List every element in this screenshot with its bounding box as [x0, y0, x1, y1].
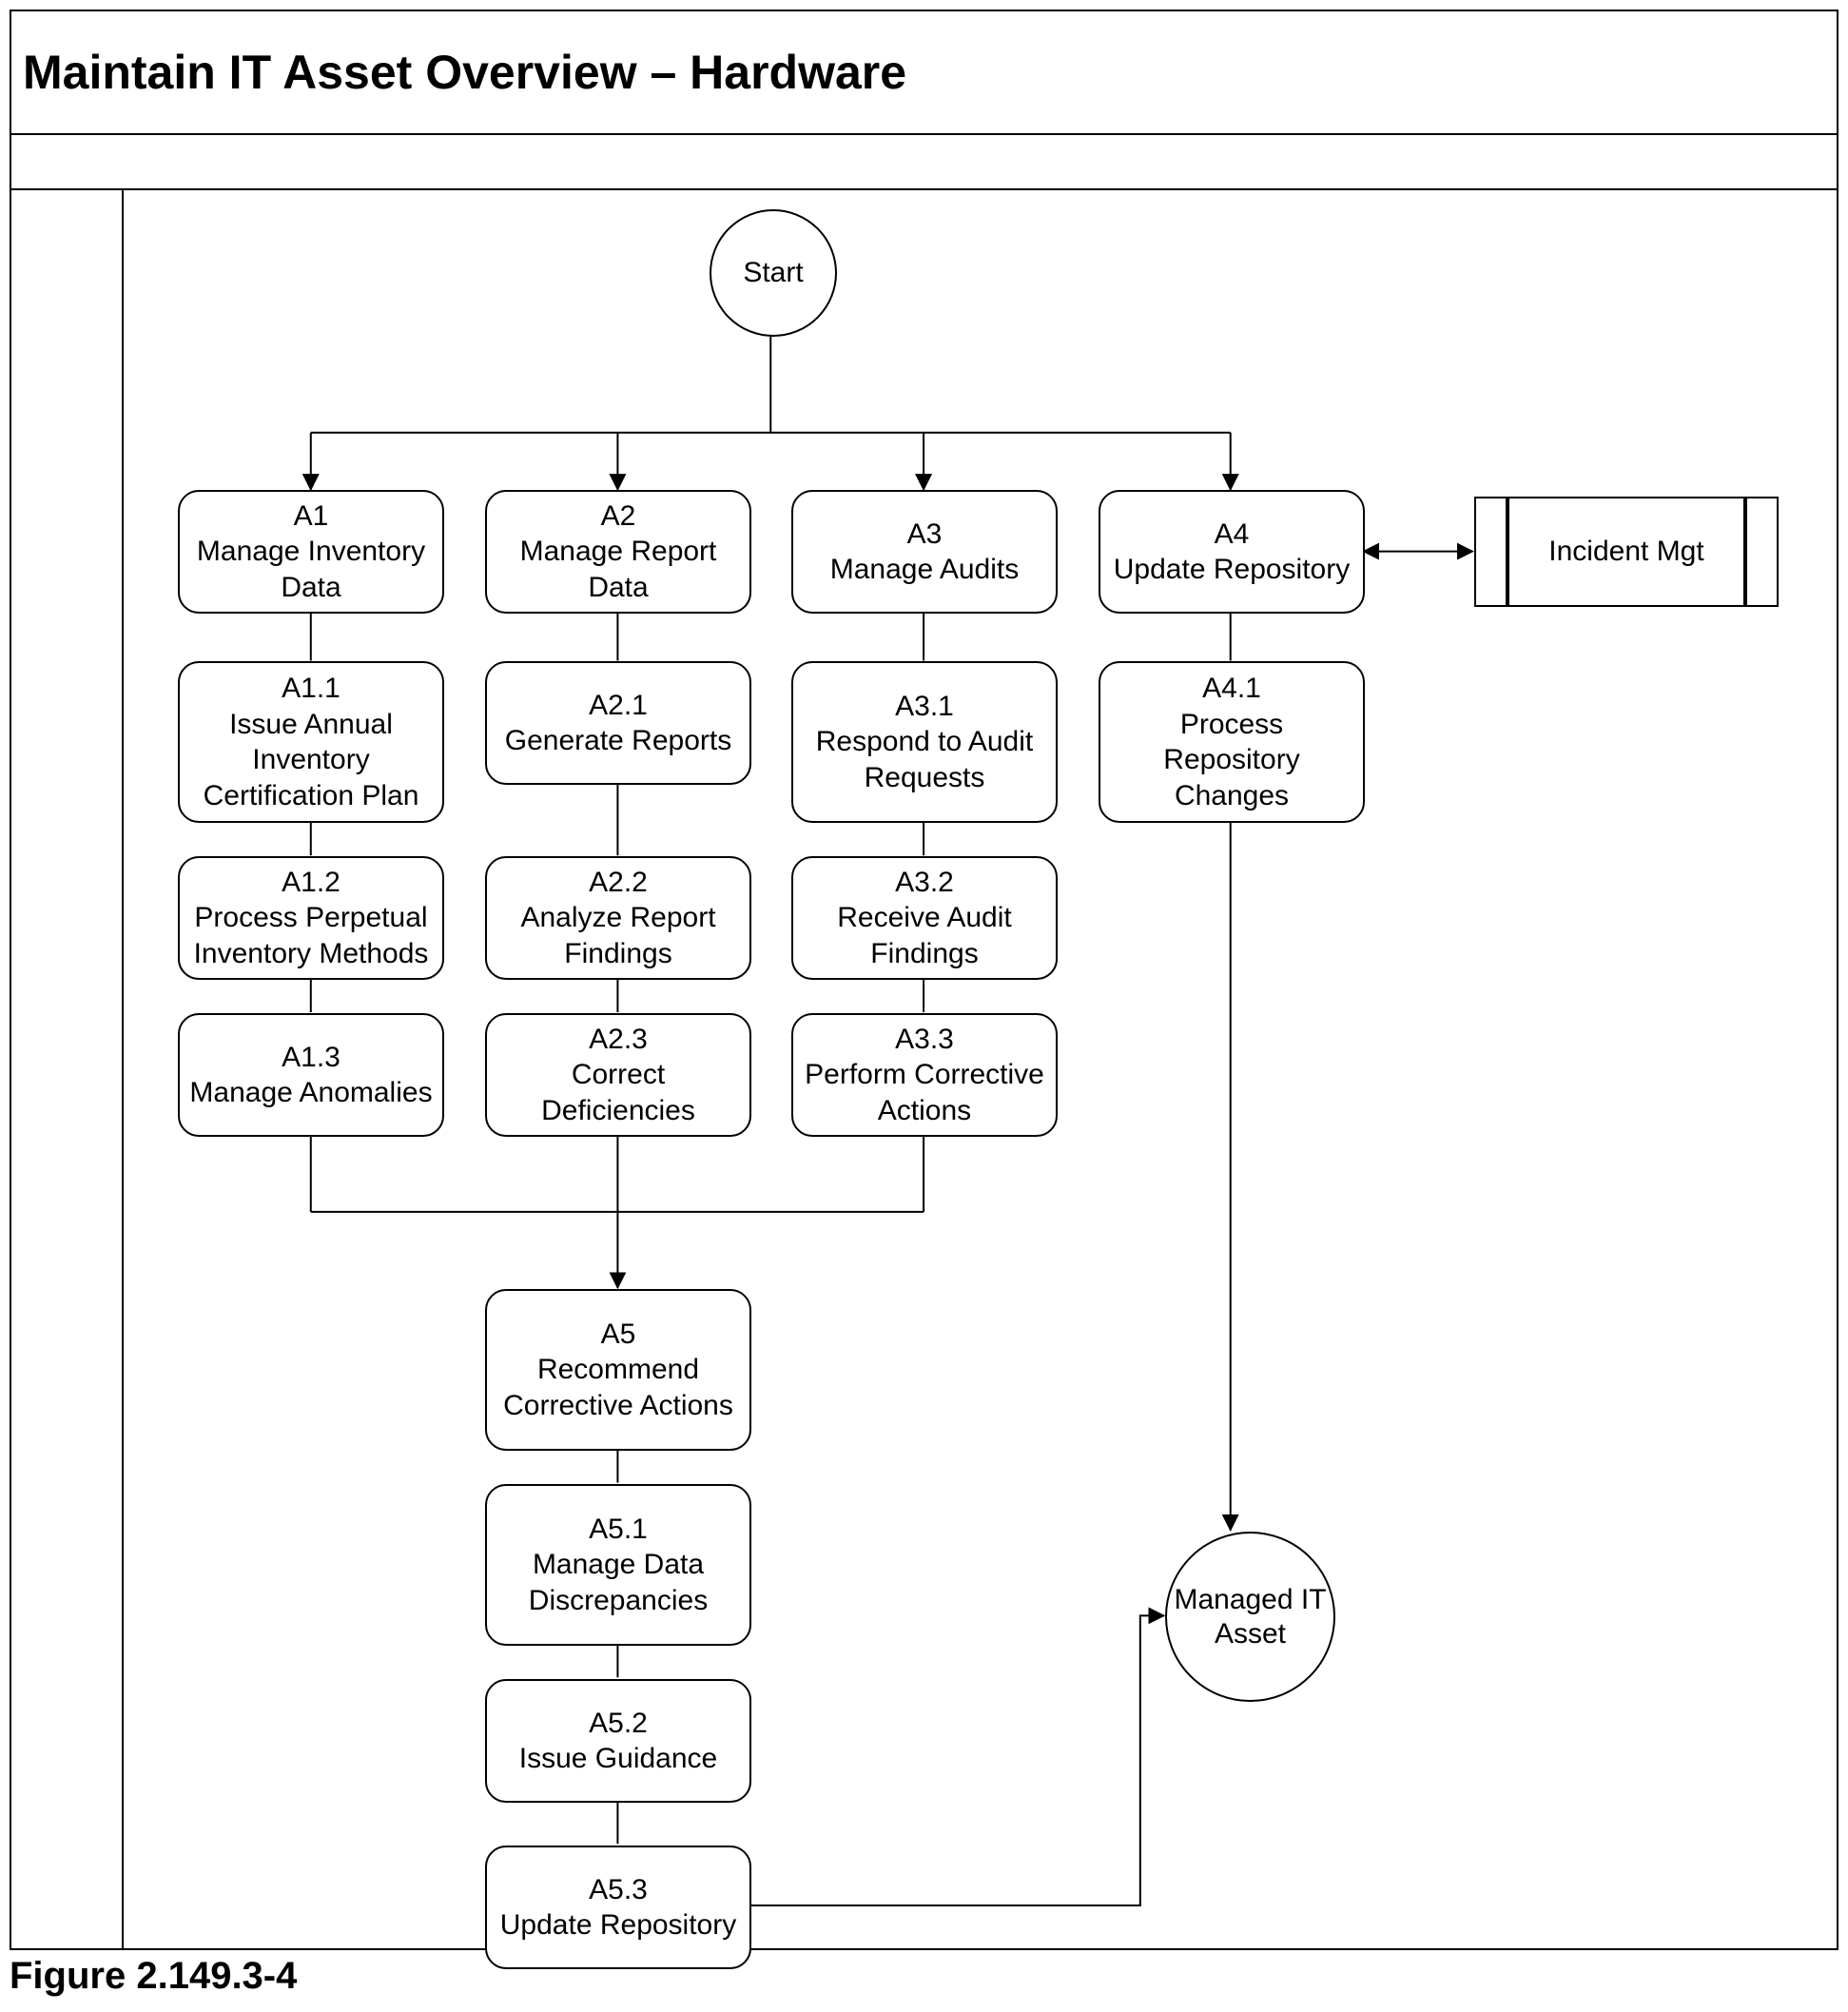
node-a1-2-id: A1.2	[282, 865, 340, 901]
title-bar: Maintain IT Asset Overview – Hardware	[11, 11, 1837, 135]
node-a3-2: A3.2 Receive Audit Findings	[791, 856, 1058, 980]
node-a1-1-id: A1.1	[282, 671, 340, 707]
node-a2-id: A2	[601, 498, 636, 535]
incident-left-bar	[1474, 497, 1508, 607]
node-a2: A2 Manage Report Data	[485, 490, 751, 614]
incident-right-bar	[1745, 497, 1779, 607]
node-a1-2: A1.2 Process Perpetual Inventory Methods	[178, 856, 444, 980]
end-node: Managed IT Asset	[1165, 1532, 1335, 1702]
node-incident-mgt: Incident Mgt	[1508, 497, 1745, 607]
node-a2-1-label: Generate Reports	[505, 723, 731, 759]
node-a5-2: A5.2 Issue Guidance	[485, 1679, 751, 1803]
header-gap-row	[11, 135, 1837, 190]
node-a1-3-id: A1.3	[282, 1040, 340, 1076]
node-a2-1: A2.1 Generate Reports	[485, 661, 751, 785]
node-a3-id: A3	[907, 517, 943, 553]
node-a5: A5 Recommend Corrective Actions	[485, 1289, 751, 1451]
node-a5-1-label: Manage Data Discrepancies	[495, 1547, 742, 1618]
node-a3: A3 Manage Audits	[791, 490, 1058, 614]
node-a1-1-label: Issue Annual Inventory Certification Pla…	[187, 707, 435, 814]
node-a1-2-label: Process Perpetual Inventory Methods	[187, 900, 435, 971]
node-a5-2-id: A5.2	[589, 1706, 648, 1742]
incident-label: Incident Mgt	[1548, 534, 1703, 570]
node-a3-2-label: Receive Audit Findings	[801, 900, 1048, 971]
node-a3-1-label: Respond to Audit Requests	[801, 724, 1048, 795]
node-a2-1-id: A2.1	[589, 688, 648, 724]
node-a1-1: A1.1 Issue Annual Inventory Certificatio…	[178, 661, 444, 823]
outer-frame: Maintain IT Asset Overview – Hardware	[10, 10, 1838, 1950]
node-a3-3-label: Perform Corrective Actions	[801, 1057, 1048, 1128]
start-node: Start	[710, 209, 837, 337]
node-a2-3-id: A2.3	[589, 1022, 648, 1058]
node-a5-1-id: A5.1	[589, 1512, 648, 1548]
node-a2-3-label: Correct Deficiencies	[495, 1057, 742, 1128]
node-a2-2-label: Analyze Report Findings	[495, 900, 742, 971]
node-a4: A4 Update Repository	[1099, 490, 1365, 614]
node-a1: A1 Manage Inventory Data	[178, 490, 444, 614]
page: Maintain IT Asset Overview – Hardware	[0, 0, 1848, 2012]
node-a5-1: A5.1 Manage Data Discrepancies	[485, 1484, 751, 1646]
node-a4-id: A4	[1215, 517, 1250, 553]
node-a1-3-label: Manage Anomalies	[189, 1075, 432, 1111]
node-a2-label: Manage Report Data	[495, 534, 742, 605]
node-a5-id: A5	[601, 1317, 636, 1353]
end-label: Managed IT Asset	[1167, 1583, 1333, 1651]
node-a4-1-label: Process Repository Changes	[1108, 707, 1355, 814]
node-a5-label: Recommend Corrective Actions	[495, 1352, 742, 1423]
node-a3-2-id: A3.2	[895, 865, 954, 901]
node-a5-3-id: A5.3	[589, 1872, 648, 1908]
flowchart-area: Start A1 Manage Inventory Data A2 Manage…	[124, 190, 1837, 1948]
node-a5-2-label: Issue Guidance	[519, 1741, 717, 1777]
node-a3-label: Manage Audits	[830, 552, 1019, 588]
node-a5-3: A5.3 Update Repository	[485, 1846, 751, 1969]
node-a3-3: A3.3 Perform Corrective Actions	[791, 1013, 1058, 1137]
figure-caption: Figure 2.149.3-4	[10, 1955, 297, 1998]
page-title: Maintain IT Asset Overview – Hardware	[23, 45, 906, 100]
node-a1-label: Manage Inventory Data	[187, 534, 435, 605]
node-a4-label: Update Repository	[1114, 552, 1350, 588]
node-a2-2-id: A2.2	[589, 865, 648, 901]
node-a3-3-id: A3.3	[895, 1022, 954, 1058]
node-a1-id: A1	[294, 498, 329, 535]
node-a2-2: A2.2 Analyze Report Findings	[485, 856, 751, 980]
node-a2-3: A2.3 Correct Deficiencies	[485, 1013, 751, 1137]
node-a4-1: A4.1 Process Repository Changes	[1099, 661, 1365, 823]
node-a5-3-label: Update Repository	[500, 1907, 736, 1944]
node-a3-1: A3.1 Respond to Audit Requests	[791, 661, 1058, 823]
node-a3-1-id: A3.1	[895, 689, 954, 725]
node-a4-1-id: A4.1	[1202, 671, 1261, 707]
side-column	[11, 190, 124, 1948]
node-a1-3: A1.3 Manage Anomalies	[178, 1013, 444, 1137]
start-label: Start	[743, 256, 803, 290]
